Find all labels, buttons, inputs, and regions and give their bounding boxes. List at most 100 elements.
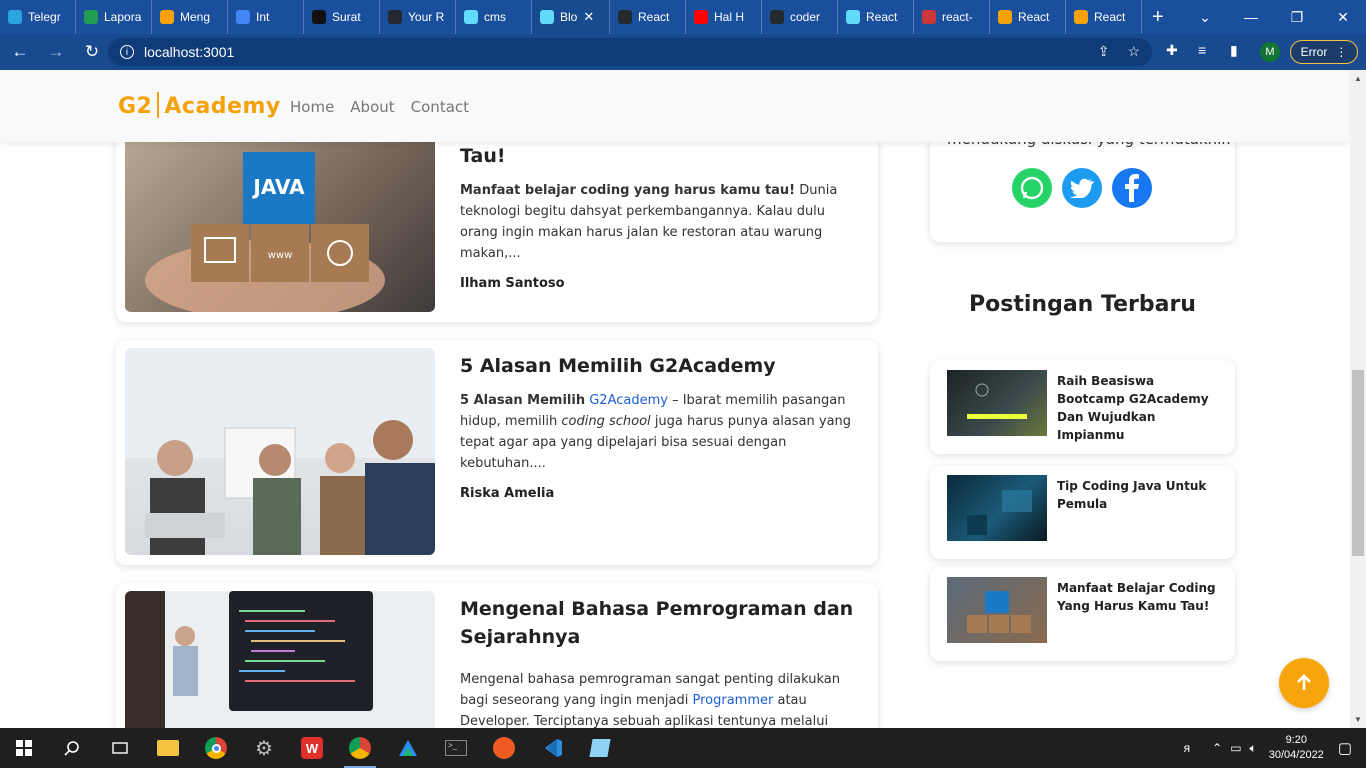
browser-tab[interactable]: react-: [914, 0, 990, 34]
post-excerpt: Manfaat belajar coding yang harus kamu t…: [460, 180, 860, 264]
new-tab-button[interactable]: +: [1152, 6, 1164, 29]
scroll-to-top-button[interactable]: [1279, 658, 1329, 708]
nav-home-link[interactable]: Home: [290, 98, 334, 116]
recent-post-title[interactable]: Manfaat Belajar Coding Yang Harus Kamu T…: [1057, 579, 1222, 615]
excerpt-link[interactable]: G2Academy: [589, 393, 668, 408]
browser-tab[interactable]: React: [838, 0, 914, 34]
system-tray: ᴙ ⌃ ▭ 🔈︎ 9:20 30/04/2022 ▢: [1184, 728, 1366, 768]
arrow-up-icon: [1297, 674, 1311, 690]
back-button[interactable]: ←: [4, 42, 36, 62]
post-image-meeting[interactable]: [125, 348, 435, 555]
url-bar[interactable]: i localhost:3001 ⇪ ☆: [108, 38, 1152, 66]
post-body: Mengenal Bahasa Pemrograman dan Sejarahn…: [460, 595, 860, 728]
social-links: [1012, 168, 1152, 208]
site-info-icon[interactable]: i: [120, 45, 134, 59]
profile-avatar[interactable]: M: [1260, 42, 1280, 62]
recent-post-title[interactable]: Raih Beasiswa Bootcamp G2Academy Dan Wuj…: [1057, 372, 1222, 444]
browser-tab[interactable]: Int: [228, 0, 304, 34]
postman-icon[interactable]: [480, 728, 528, 768]
file-explorer-icon[interactable]: [144, 728, 192, 768]
task-view-icon[interactable]: [96, 728, 144, 768]
browser-tab[interactable]: Surat: [304, 0, 380, 34]
reload-button[interactable]: ↻: [76, 42, 108, 62]
bookmark-star-icon[interactable]: ☆: [1127, 43, 1140, 60]
scrollbar-thumb[interactable]: [1352, 370, 1364, 556]
share-icon[interactable]: ⇪: [1098, 43, 1110, 60]
browser-tab[interactable]: Your R: [380, 0, 456, 34]
show-hidden-icons[interactable]: ⌃: [1212, 741, 1222, 755]
facebook-icon[interactable]: [1112, 168, 1152, 208]
maximize-button[interactable]: ❐: [1274, 9, 1320, 26]
settings-gear-icon[interactable]: ⚙: [240, 728, 288, 768]
browser-tab[interactable]: Telegr: [0, 0, 76, 34]
browser-tab[interactable]: Lapora: [76, 0, 152, 34]
site-navbar: G2 Academy Home About Contact: [0, 70, 1350, 142]
site-logo[interactable]: G2 Academy: [118, 92, 281, 119]
browser-tab[interactable]: React: [990, 0, 1066, 34]
forward-button[interactable]: →: [40, 42, 72, 62]
network-icon[interactable]: ▭: [1230, 741, 1241, 755]
browser-tab[interactable]: React: [610, 0, 686, 34]
windows-start-button[interactable]: [0, 728, 48, 768]
logo-divider: [157, 92, 160, 118]
recent-post-thumb[interactable]: [947, 475, 1047, 541]
search-icon[interactable]: [48, 728, 96, 768]
recent-post-item[interactable]: Manfaat Belajar Coding Yang Harus Kamu T…: [930, 567, 1235, 661]
browser-tab[interactable]: Blo ✕: [532, 0, 610, 34]
browser-tab[interactable]: React: [1066, 0, 1142, 34]
page-scrollbar[interactable]: ▲ ▼: [1350, 70, 1366, 728]
clock-time: 9:20: [1285, 734, 1307, 746]
wps-office-icon[interactable]: W: [288, 728, 336, 768]
recent-post-item[interactable]: Tip Coding Java Untuk Pemula: [930, 465, 1235, 559]
nav-about-link[interactable]: About: [350, 98, 394, 116]
scroll-down-arrow[interactable]: ▼: [1354, 715, 1362, 724]
chrome-icon[interactable]: [192, 728, 240, 768]
nav-contact-link[interactable]: Contact: [411, 98, 469, 116]
close-window-button[interactable]: ✕: [1320, 9, 1366, 26]
post-title[interactable]: Tau!: [460, 142, 860, 170]
notes-app-icon[interactable]: [576, 728, 624, 768]
browser-tab[interactable]: cms: [456, 0, 532, 34]
chrome-profile-icon[interactable]: [336, 728, 384, 768]
post-image-code[interactable]: [125, 591, 435, 728]
post-author: Riska Amelia: [460, 486, 555, 501]
extensions-icon[interactable]: ✚: [1166, 42, 1178, 59]
browser-tab[interactable]: Hal H: [686, 0, 762, 34]
browser-tab[interactable]: coder: [762, 0, 838, 34]
post-card[interactable]: Mengenal Bahasa Pemrograman dan Sejarahn…: [116, 583, 878, 728]
recent-posts-title: Postingan Terbaru: [969, 292, 1196, 317]
post-card[interactable]: 5 Alasan Memilih G2Academy 5 Alasan Memi…: [116, 340, 878, 565]
minimize-button[interactable]: —: [1228, 9, 1274, 25]
post-title[interactable]: 5 Alasan Memilih G2Academy: [460, 352, 860, 380]
recent-post-thumb[interactable]: [947, 577, 1047, 643]
tab-favicon-icon: [998, 10, 1012, 24]
volume-icon[interactable]: 🔈︎: [1250, 741, 1257, 756]
recent-post-item[interactable]: Raih Beasiswa Bootcamp G2Academy Dan Wuj…: [930, 360, 1235, 454]
error-button[interactable]: Error ⋮: [1290, 40, 1358, 64]
twitter-icon[interactable]: [1062, 168, 1102, 208]
maps-app-icon[interactable]: [384, 728, 432, 768]
excerpt-link[interactable]: Programmer: [693, 693, 774, 708]
whatsapp-icon[interactable]: [1012, 168, 1052, 208]
tab-label: react-: [942, 10, 973, 24]
media-control-icon[interactable]: ≡: [1198, 42, 1206, 58]
notification-icon[interactable]: ▢: [1338, 739, 1352, 757]
scroll-up-arrow[interactable]: ▲: [1354, 74, 1362, 83]
clock[interactable]: 9:20 30/04/2022: [1269, 733, 1324, 763]
post-excerpt: Mengenal bahasa pemrograman sangat penti…: [460, 669, 860, 728]
recent-post-title[interactable]: Tip Coding Java Untuk Pemula: [1057, 477, 1222, 513]
people-icon[interactable]: ᴙ: [1184, 741, 1191, 755]
tab-list: Telegr Lapora Meng Int Surat Your R cms Blo ✕ Rea…: [0, 0, 1142, 34]
close-tab-icon[interactable]: ✕: [583, 9, 594, 25]
vscode-icon[interactable]: [528, 728, 576, 768]
terminal-icon[interactable]: >_: [432, 728, 480, 768]
tab-search-icon[interactable]: ⌄: [1182, 9, 1228, 26]
side-panel-icon[interactable]: ▮: [1230, 42, 1238, 59]
post-title[interactable]: Mengenal Bahasa Pemrograman dan Sejarahn…: [460, 595, 860, 651]
post-author: Ilham Santoso: [460, 276, 565, 291]
excerpt-italic: coding school: [561, 414, 651, 429]
tab-favicon-icon: [160, 10, 174, 24]
recent-post-thumb[interactable]: [947, 370, 1047, 436]
tab-favicon-icon: [694, 10, 708, 24]
browser-tab[interactable]: Meng: [152, 0, 228, 34]
